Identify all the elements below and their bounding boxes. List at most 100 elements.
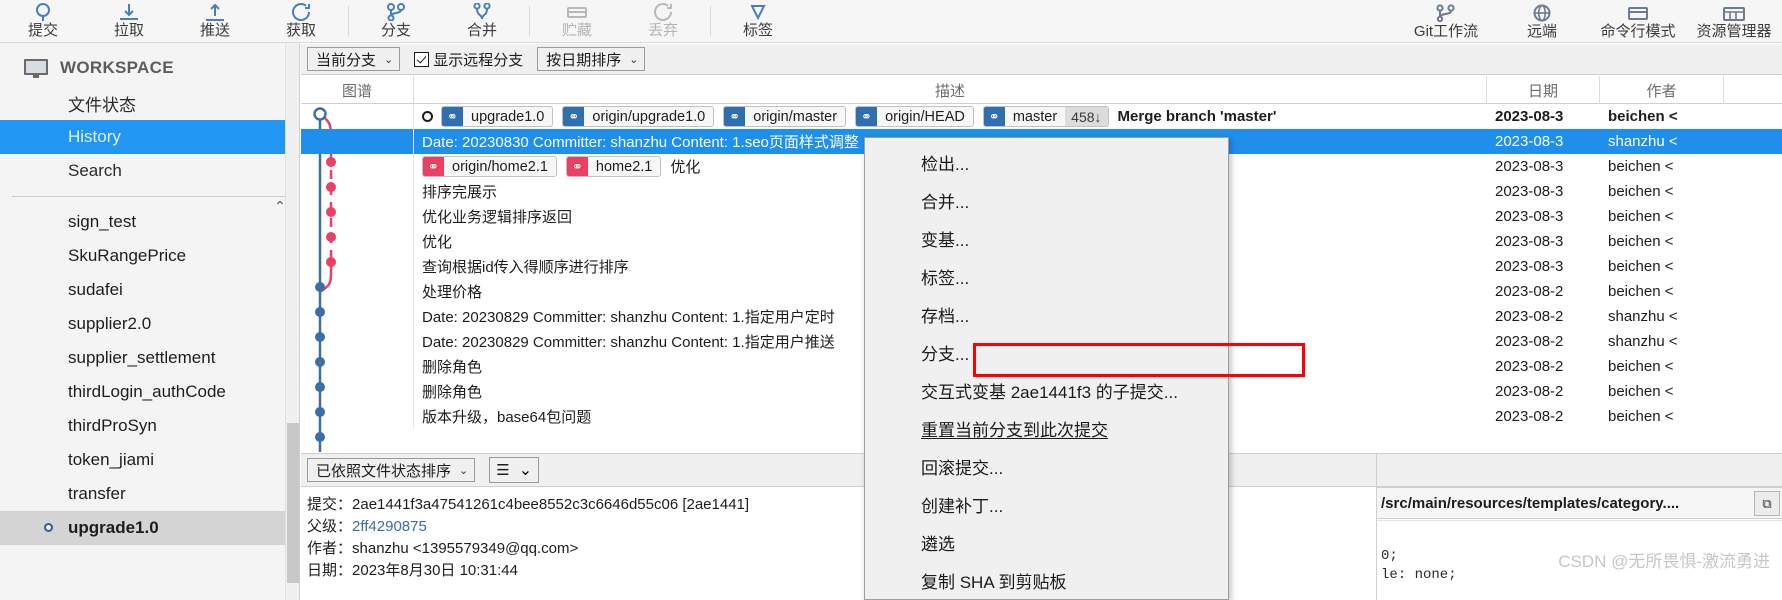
toolbar-button-explorer[interactable]: 资源管理器 — [1686, 0, 1782, 43]
column-header-graph[interactable]: 图谱 — [301, 76, 414, 104]
sidebar-item-label: Search — [68, 161, 122, 180]
sidebar-branch-sudafei[interactable]: sudafei — [0, 273, 299, 307]
chevron-down-icon: ⌄ — [459, 464, 469, 477]
sidebar-branch-thirdProSyn[interactable]: thirdProSyn — [0, 409, 299, 443]
branch-filter-dropdown[interactable]: 当前分支 ⌄ — [307, 47, 401, 71]
commit-graph-cell — [301, 179, 414, 204]
column-header-author[interactable]: 作者 — [1600, 76, 1724, 104]
commit-author-cell: beichen < — [1608, 408, 1674, 425]
context-menu-item[interactable]: 检出... — [865, 143, 1228, 181]
sidebar-item-文件状态[interactable]: 文件状态 — [0, 86, 299, 120]
commit-date-cell: 2023-08-3 — [1495, 158, 1564, 175]
column-header-description[interactable]: 描述 — [414, 76, 1487, 104]
sort-order-dropdown[interactable]: 按日期排序 ⌄ — [537, 47, 646, 71]
detail-author-key: 作者： — [307, 540, 353, 557]
commit-node-icon — [422, 111, 433, 122]
branch-chip[interactable]: ⚭ origin/home2.1 — [422, 156, 557, 177]
sidebar-branch-label: supplier2.0 — [68, 314, 152, 333]
context-menu-item[interactable]: 复制 SHA 到剪贴板 — [865, 561, 1228, 599]
sidebar-branch-label: token_jiami — [68, 450, 154, 469]
sidebar-branch-list: sign_test SkuRangePrice sudafei supplier2.0… — [0, 205, 299, 545]
table-row[interactable]: ⚭ upgrade1.0 ⚭ origin/upgrade1.0 ⚭ origin/mas… — [301, 104, 1782, 129]
toolbar-button-branch[interactable]: 分支 — [353, 0, 439, 42]
monitor-icon — [24, 58, 48, 78]
hamburger-icon: ☰ — [496, 462, 510, 479]
detail-parent-key: 父级： — [307, 518, 353, 535]
branch-chip[interactable]: ⚭ origin/HEAD — [855, 106, 974, 127]
context-menu-item[interactable]: 重置当前分支到此次提交 — [865, 409, 1228, 447]
toolbar-button-label: 远端 — [1526, 23, 1557, 40]
sidebar-branch-supplier_settlement[interactable]: supplier_settlement — [0, 341, 299, 375]
sidebar-branch-supplier2.0[interactable]: supplier2.0 — [0, 307, 299, 341]
sidebar-branch-thirdLogin_authCode[interactable]: thirdLogin_authCode — [0, 375, 299, 409]
context-menu-item[interactable]: 合并... — [865, 181, 1228, 219]
toolbar-button-merge[interactable]: 合并 — [439, 0, 525, 42]
toolbar-button-pull[interactable]: 拉取 — [86, 0, 172, 42]
commit-author-cell: beichen < — [1608, 183, 1674, 200]
branch-chip[interactable]: ⚭ upgrade1.0 — [441, 106, 554, 127]
toolbar-button-tag[interactable]: 标签 — [715, 0, 801, 42]
toolbar-button-label: 拉取 — [113, 22, 144, 39]
toolbar-separator — [348, 6, 349, 36]
context-menu-item-label: 重置当前分支到此次提交 — [921, 420, 1108, 440]
toolbar-button-fetch[interactable]: 获取 — [258, 0, 344, 42]
toolbar-button-label: Git工作流 — [1413, 23, 1479, 40]
current-branch-dot-icon — [44, 523, 53, 532]
sort-order-value: 按日期排序 — [546, 51, 622, 69]
file-path-action-button[interactable]: ⧉ — [1754, 491, 1780, 516]
toolbar-button-label: 贮藏 — [561, 22, 592, 39]
context-menu-item-label: 交互式变基 2ae1441f3 的子提交... — [921, 382, 1178, 402]
toolbar-left-group: 提交 拉取 推送 获取 分支 合并 贮藏 丢弃 标签 — [0, 0, 801, 42]
sidebar-branch-upgrade1.0[interactable]: upgrade1.0 — [0, 511, 299, 545]
context-menu-item[interactable]: 创建补丁... — [865, 485, 1228, 523]
toolbar-button-label: 命令行模式 — [1600, 23, 1676, 40]
context-menu[interactable]: 检出... 合并... 变基... 标签... 存档... 分支... 交互式变基 2ae1… — [864, 137, 1229, 600]
commit-date-cell: 2023-08-3 — [1495, 208, 1564, 225]
toolbar-button-commit[interactable]: 提交 — [0, 0, 86, 42]
sidebar-branch-transfer[interactable]: transfer — [0, 477, 299, 511]
context-menu-item[interactable]: 标签... — [865, 257, 1228, 295]
pull-icon — [115, 2, 143, 21]
commit-message-text: 删除角色 — [422, 384, 483, 401]
commit-message-text: Date: 20230830 Committer: shanzhu Conten… — [422, 134, 859, 151]
discard-icon — [649, 2, 677, 21]
branch-chip-label: origin/master — [753, 108, 838, 125]
toolbar-button-push[interactable]: 推送 — [172, 0, 258, 42]
file-sort-dropdown[interactable]: 已依照文件状态排序 ⌄ — [307, 458, 476, 482]
sidebar-branch-sign_test[interactable]: sign_test — [0, 205, 299, 239]
branch-chip[interactable]: ⚭ master 458↓ — [982, 106, 1109, 127]
branch-chip[interactable]: ⚭ home2.1 — [565, 156, 662, 177]
context-menu-item[interactable]: 存档... — [865, 295, 1228, 333]
context-menu-item-label: 变基... — [921, 230, 970, 250]
toolbar-button-gitflow[interactable]: Git工作流 — [1398, 0, 1494, 43]
branch-chip[interactable]: ⚭ origin/master — [723, 106, 847, 127]
sidebar-scrollbar[interactable] — [285, 43, 299, 600]
context-menu-item[interactable]: 分支... — [865, 333, 1228, 371]
commit-date-cell: 2023-08-3 — [1495, 133, 1564, 150]
show-remote-branches-checkbox[interactable]: 显示远程分支 — [414, 49, 523, 70]
toolbar-button-label: 获取 — [285, 22, 316, 39]
sidebar-item-history[interactable]: History — [0, 120, 299, 154]
sidebar-item-search[interactable]: Search — [0, 154, 299, 188]
context-menu-item[interactable]: 交互式变基 2ae1441f3 的子提交... — [865, 371, 1228, 409]
view-mode-dropdown[interactable]: ☰ ⌄ — [489, 457, 540, 483]
commit-date-cell: 2023-08-3 — [1495, 183, 1564, 200]
detail-parent-value[interactable]: 2ff4290875 — [352, 518, 427, 535]
commit-date-cell: 2023-08-3 — [1495, 108, 1564, 125]
context-menu-item[interactable]: 遴选 — [865, 523, 1228, 561]
sidebar-branch-SkuRangePrice[interactable]: SkuRangePrice — [0, 239, 299, 273]
toolbar-button-remote[interactable]: 远端 — [1494, 0, 1590, 43]
sidebar-branch-token_jiami[interactable]: token_jiami — [0, 443, 299, 477]
commit-message-text: 删除角色 — [422, 359, 483, 376]
context-menu-item[interactable]: 变基... — [865, 219, 1228, 257]
commit-author-cell: beichen < — [1608, 158, 1674, 175]
sidebar-scrollbar-thumb[interactable] — [287, 423, 299, 583]
context-menu-item-label: 检出... — [921, 154, 970, 174]
filter-bar: 当前分支 ⌄ 显示远程分支 按日期排序 ⌄ — [301, 44, 1782, 75]
branch-chip[interactable]: ⚭ origin/upgrade1.0 — [562, 106, 715, 127]
file-path-row[interactable]: /src/main/resources/templates/category..… — [1377, 487, 1782, 519]
column-header-date[interactable]: 日期 — [1487, 76, 1600, 104]
toolbar-button-terminal[interactable]: 命令行模式 — [1590, 0, 1686, 43]
sidebar-item-label: History — [68, 127, 121, 146]
context-menu-item[interactable]: 回滚提交... — [865, 447, 1228, 485]
